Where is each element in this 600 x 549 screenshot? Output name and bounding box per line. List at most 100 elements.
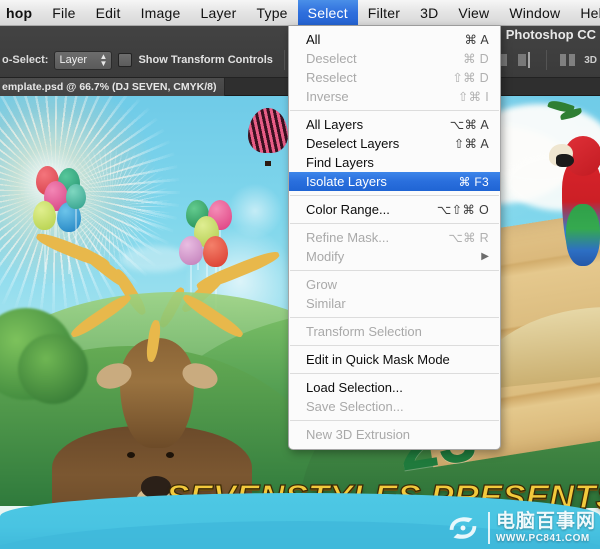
menu-item-deselect-layers[interactable]: Deselect Layers ⇧⌘ A [289, 134, 500, 153]
submenu-arrow-icon: ▶ [481, 251, 489, 262]
menu-item-similar: Similar [289, 294, 500, 313]
menu-edit-label: Edit [95, 4, 121, 21]
menu-item-label: Reselect [306, 70, 357, 85]
menu-item-load-selection[interactable]: Load Selection... [289, 378, 500, 397]
menu-item-find-layers[interactable]: Find Layers [289, 153, 500, 172]
watermark: 电脑百事网 WWW.PC841.COM [444, 509, 596, 547]
menu-item-shortcut: ⌘ A [464, 33, 489, 47]
menu-item-isolate-layers[interactable]: Isolate Layers ⌘ F3 [289, 172, 500, 191]
menu-edit[interactable]: Edit [86, 0, 131, 25]
document-tab-title: emplate.psd @ 66.7% (DJ SEVEN, CMYK/8) [2, 81, 217, 93]
menu-select[interactable]: Select [297, 0, 358, 25]
sparkle-cluster-2 [225, 181, 285, 241]
auto-select-dropdown[interactable]: Layer ▲ ▼ [54, 50, 113, 70]
photoshop-window: ULY 23 SEVENSTYLES PRESENTS [0, 0, 600, 549]
show-transform-checkbox[interactable] [118, 53, 133, 67]
menu-app-photoshop[interactable]: hop [0, 0, 42, 25]
menu-item-label: All Layers [306, 117, 364, 132]
balloon [179, 236, 203, 265]
menu-separator [290, 223, 499, 224]
menu-item-reselect: Reselect ⇧⌘ D [289, 68, 500, 87]
menu-item-shortcut: ⇧⌘ D [452, 71, 489, 85]
menu-item-label: Save Selection... [306, 399, 404, 414]
menu-help[interactable]: Help [570, 0, 600, 25]
menu-layer[interactable]: Layer [190, 0, 246, 25]
tree-foliage [18, 334, 88, 404]
toolbar-divider-right [546, 50, 548, 70]
menu-image-label: Image [140, 4, 181, 21]
menu-image[interactable]: Image [131, 0, 191, 25]
menu-item-label: Edit in Quick Mask Mode [306, 352, 450, 367]
menu-select-label: Select [307, 4, 348, 21]
watermark-divider [487, 512, 490, 544]
menu-item-label: Deselect Layers [306, 136, 400, 151]
menu-item-grow: Grow [289, 275, 500, 294]
document-tab[interactable]: emplate.psd @ 66.7% (DJ SEVEN, CMYK/8) [0, 78, 226, 96]
menu-separator [290, 373, 499, 374]
menu-type-label: Type [256, 4, 288, 21]
menu-app-label: hop [6, 4, 33, 21]
menu-item-edit-in-quick-mask-mode[interactable]: Edit in Quick Mask Mode [289, 350, 500, 369]
menu-item-label: New 3D Extrusion [306, 427, 411, 442]
options-bar-right-group: 3D [491, 47, 597, 73]
menu-item-label: Color Range... [306, 202, 390, 217]
chevron-updown-icon: ▲ ▼ [99, 52, 108, 68]
menu-item-new-3d-extrusion: New 3D Extrusion [289, 425, 500, 444]
menu-type[interactable]: Type [247, 0, 298, 25]
auto-select-value: Layer [59, 54, 87, 66]
deer-eye-right [166, 452, 174, 458]
menu-item-label: Similar [306, 296, 346, 311]
menu-item-label: Find Layers [306, 155, 374, 170]
watermark-text: 电脑百事网 WWW.PC841.COM [496, 512, 596, 544]
menu-item-shortcut: ⌘ F3 [458, 174, 489, 189]
menu-separator [290, 195, 499, 196]
align-vertical-centers-icon[interactable] [516, 52, 534, 68]
distribute-icon[interactable] [559, 52, 577, 68]
menu-item-inverse: Inverse ⇧⌘ I [289, 87, 500, 106]
select-menu-dropdown[interactable]: All ⌘ A Deselect ⌘ D Reselect ⇧⌘ D Inverse ⇧⌘ I… [288, 26, 501, 450]
menu-item-modify: Modify ▶ [289, 247, 500, 266]
menu-item-shortcut: ⌥⌘ R [448, 231, 489, 245]
menu-view[interactable]: View [448, 0, 499, 25]
hot-air-balloon-basket [264, 160, 272, 166]
menu-item-refine-mask: Refine Mask... ⌥⌘ R [289, 228, 500, 247]
menu-separator [290, 270, 499, 271]
parrot-wing [566, 204, 600, 266]
menu-item-save-selection: Save Selection... [289, 397, 500, 416]
menu-filter-label: Filter [367, 4, 401, 21]
menu-item-all-layers[interactable]: All Layers ⌥⌘ A [289, 115, 500, 134]
balloon [33, 201, 56, 230]
menu-separator [290, 317, 499, 318]
menu-item-label: Grow [306, 277, 338, 292]
watermark-cn-text: 电脑百事网 [495, 511, 596, 532]
menu-separator [290, 345, 499, 346]
menu-layer-label: Layer [200, 4, 237, 21]
menu-help-label: Help [580, 4, 600, 21]
hot-air-balloon [248, 108, 288, 166]
menu-item-label: Deselect [306, 51, 357, 66]
menu-item-color-range[interactable]: Color Range... ⌥⇧⌘ O [289, 200, 500, 219]
balloon [203, 236, 228, 267]
menu-3d-label: 3D [420, 4, 439, 21]
deer-eye-left [127, 452, 135, 458]
menu-item-deselect: Deselect ⌘ D [289, 49, 500, 68]
menu-item-label: Refine Mask... [306, 230, 390, 245]
menu-item-shortcut: ⇧⌘ I [457, 90, 489, 104]
menu-file-label: File [52, 4, 76, 21]
hot-air-balloon-envelope [248, 108, 288, 154]
watermark-url-text: WWW.PC841.COM [495, 533, 590, 544]
menu-item-label: Load Selection... [306, 380, 403, 395]
menu-view-label: View [458, 4, 490, 21]
menu-item-label: Inverse [306, 89, 349, 104]
menu-item-label: All [306, 32, 321, 47]
menu-filter[interactable]: Filter [358, 0, 410, 25]
menu-item-label: Isolate Layers [306, 174, 387, 189]
menu-3d[interactable]: 3D [410, 0, 448, 25]
menu-item-shortcut: ⌥⌘ A [449, 118, 489, 132]
menu-file[interactable]: File [42, 0, 85, 25]
show-transform-label: Show Transform Controls [138, 54, 273, 66]
menu-item-all[interactable]: All ⌘ A [289, 30, 500, 49]
deer-head [120, 338, 194, 448]
menu-window[interactable]: Window [499, 0, 570, 25]
three-d-label[interactable]: 3D [584, 55, 597, 66]
